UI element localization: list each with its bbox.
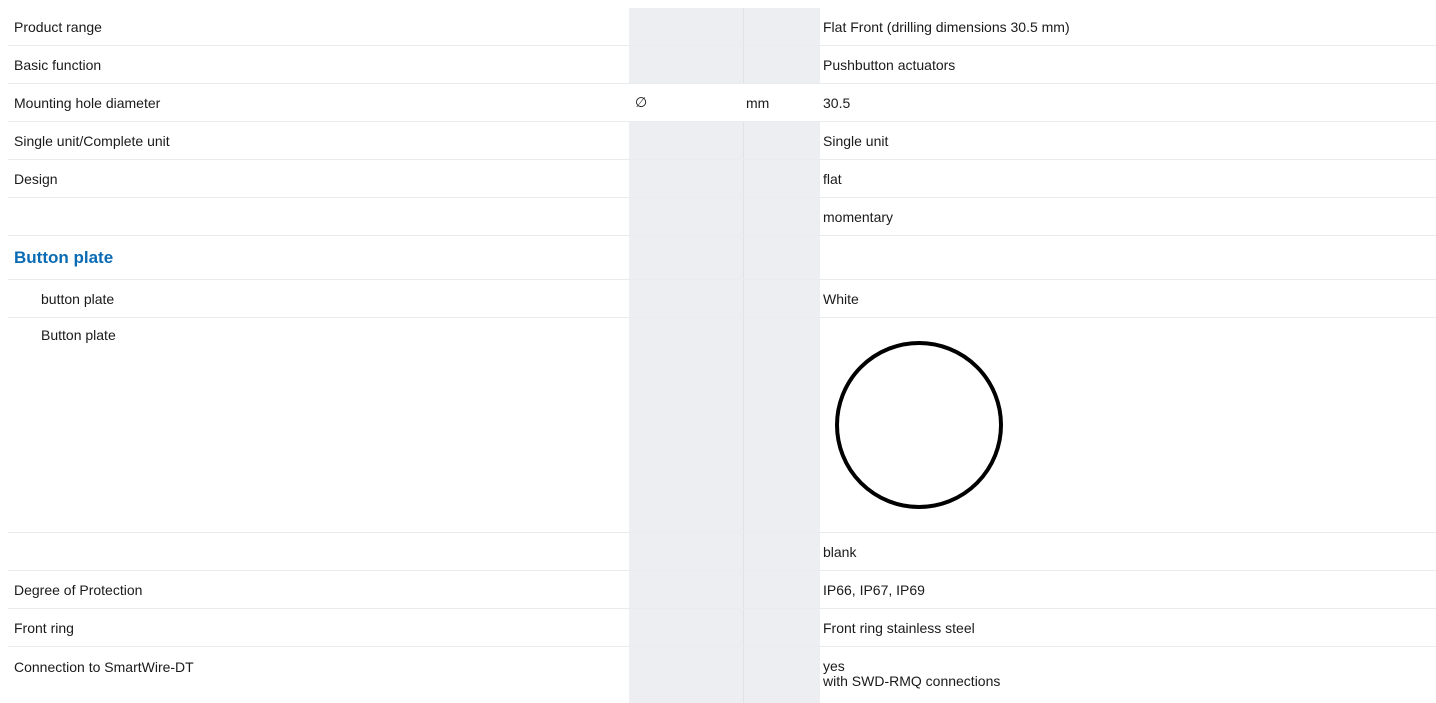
spec-value: IP66, IP67, IP69 <box>823 581 925 598</box>
spec-unit <box>743 8 820 45</box>
spec-row-mounting-hole-diameter: Mounting hole diameter ∅ mm 30.5 <box>8 84 1436 122</box>
spec-unit <box>743 198 820 235</box>
spec-value: momentary <box>823 208 894 225</box>
spec-symbol <box>629 280 743 317</box>
spec-value: 30.5 <box>823 94 851 111</box>
spec-unit <box>743 122 820 159</box>
spec-label: Mounting hole diameter <box>14 94 161 111</box>
spec-symbol <box>629 46 743 83</box>
spec-value: White <box>823 290 859 307</box>
spec-symbol <box>629 533 743 570</box>
spec-value: Front ring stainless steel <box>823 619 975 636</box>
spec-row-product-range: Product range Flat Front (drilling dimen… <box>8 8 1436 46</box>
spec-symbol <box>629 571 743 608</box>
spec-row-degree-of-protection: Degree of Protection IP66, IP67, IP69 <box>8 571 1436 609</box>
spec-row-single-unit: Single unit/Complete unit Single unit <box>8 122 1436 160</box>
spec-value: yes with SWD-RMQ connections <box>820 647 1436 703</box>
spec-value <box>820 236 1436 279</box>
spec-value-line: yes <box>823 658 845 674</box>
spec-unit <box>743 533 820 570</box>
spec-row-smartwire-connection: Connection to SmartWire-DT yes with SWD-… <box>8 647 1436 703</box>
spec-label: Single unit/Complete unit <box>14 132 170 149</box>
section-row-button-plate: Button plate <box>8 236 1436 280</box>
spec-value: Pushbutton actuators <box>823 56 956 73</box>
spec-unit <box>743 609 820 646</box>
spec-unit <box>743 236 820 279</box>
spec-row-button-plate-image: Button plate <box>8 318 1436 533</box>
spec-row-basic-function: Basic function Pushbutton actuators <box>8 46 1436 84</box>
spec-value: blank <box>823 543 857 560</box>
spec-label: Front ring <box>14 619 74 636</box>
spec-value: Single unit <box>823 132 889 149</box>
spec-unit <box>743 647 820 703</box>
spec-label: Degree of Protection <box>14 581 143 598</box>
spec-label: button plate <box>41 290 115 307</box>
spec-symbol <box>629 236 743 279</box>
spec-row-button-plate-color: button plate White <box>8 280 1436 318</box>
circle-outline-icon <box>835 341 1003 509</box>
spec-label: Design <box>14 170 58 187</box>
spec-label: Button plate <box>41 327 116 343</box>
spec-unit <box>743 160 820 197</box>
spec-row-design-continued: momentary <box>8 198 1436 236</box>
spec-unit <box>743 46 820 83</box>
spec-label: Basic function <box>14 56 102 73</box>
spec-row-design: Design flat <box>8 160 1436 198</box>
spec-label <box>8 198 629 235</box>
spec-value: Flat Front (drilling dimensions 30.5 mm) <box>823 18 1070 35</box>
spec-row-button-plate-inscription: blank <box>8 533 1436 571</box>
spec-value <box>820 318 1436 532</box>
spec-value-line: with SWD-RMQ connections <box>823 673 1001 689</box>
spec-label <box>8 533 629 570</box>
spec-symbol <box>629 160 743 197</box>
product-spec-table: Product range Flat Front (drilling dimen… <box>8 8 1436 703</box>
spec-symbol <box>629 122 743 159</box>
spec-unit <box>743 280 820 317</box>
spec-symbol <box>629 198 743 235</box>
spec-unit: mm <box>743 84 820 121</box>
spec-label: Product range <box>14 18 102 35</box>
spec-label: Connection to SmartWire-DT <box>14 659 194 675</box>
spec-symbol <box>629 647 743 703</box>
section-title: Button plate <box>14 247 114 267</box>
diameter-symbol: ∅ <box>629 84 743 121</box>
spec-value: flat <box>823 170 842 187</box>
clipped-section-heading <box>14 0 19 8</box>
spec-symbol <box>629 609 743 646</box>
spec-symbol <box>629 318 743 532</box>
spec-symbol <box>629 8 743 45</box>
spec-unit <box>743 571 820 608</box>
spec-row-front-ring: Front ring Front ring stainless steel <box>8 609 1436 647</box>
spec-unit <box>743 318 820 532</box>
